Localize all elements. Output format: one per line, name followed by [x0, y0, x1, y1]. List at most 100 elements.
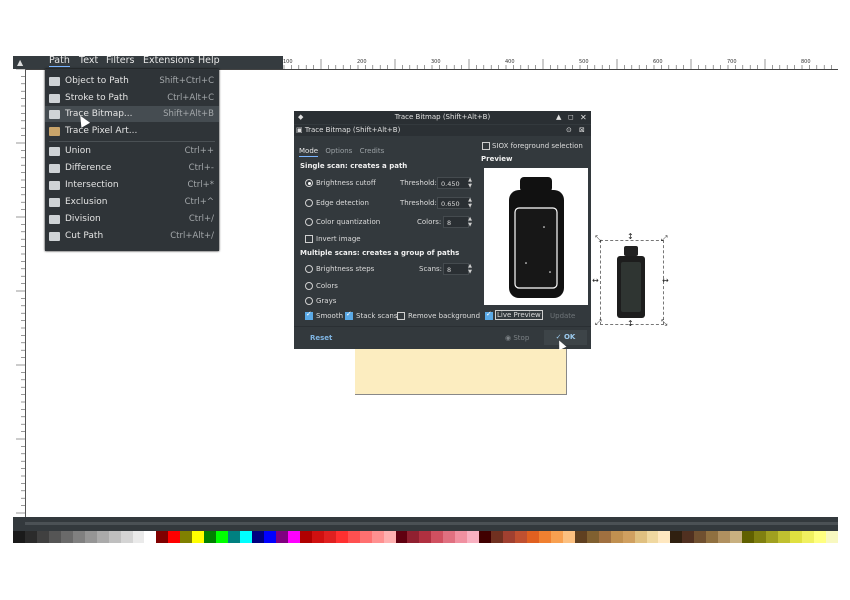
menu-item-object-to-path[interactable]: Object to Path Shift+Ctrl+C — [45, 73, 219, 89]
invert-image-checkbox[interactable] — [305, 235, 313, 243]
palette-swatch[interactable] — [538, 531, 551, 543]
palette-swatch[interactable] — [455, 531, 468, 543]
scale-handle-icon[interactable]: ↔ — [662, 276, 669, 285]
palette-swatch[interactable] — [658, 531, 671, 543]
palette-swatch[interactable] — [371, 531, 384, 543]
palette-swatch[interactable] — [84, 531, 97, 543]
palette-swatch[interactable] — [264, 531, 276, 543]
palette-swatch[interactable] — [13, 531, 25, 543]
smooth-checkbox[interactable] — [305, 310, 313, 320]
brightness-cutoff-radio[interactable] — [305, 179, 313, 187]
menu-item-exclusion[interactable]: Exclusion Ctrl+^ — [45, 194, 219, 210]
tab-credits[interactable]: Credits — [360, 147, 385, 155]
tab-options[interactable]: Options — [325, 147, 352, 155]
palette-swatch[interactable] — [311, 531, 324, 543]
menu-path[interactable]: Path — [49, 55, 70, 67]
palette-swatch[interactable] — [718, 531, 731, 543]
menu-item-stroke-to-path[interactable]: Stroke to Path Ctrl+Alt+C — [45, 90, 219, 106]
palette-swatch[interactable] — [598, 531, 611, 543]
palette-swatch[interactable] — [550, 531, 563, 543]
maximize-icon[interactable]: ◻ — [568, 111, 574, 124]
live-preview-checkbox[interactable] — [485, 310, 493, 320]
menu-item-trace-bitmap[interactable]: Trace Bitmap... Shift+Alt+B — [45, 106, 219, 122]
palette-swatch[interactable] — [515, 531, 527, 543]
palette-swatch[interactable] — [204, 531, 217, 543]
palette-swatch[interactable] — [526, 531, 539, 543]
palette-swatch[interactable] — [96, 531, 109, 543]
stack-scans-checkbox[interactable] — [345, 310, 353, 320]
siox-checkbox[interactable] — [482, 142, 490, 150]
palette-swatch[interactable] — [144, 531, 157, 543]
palette-swatch[interactable] — [503, 531, 516, 543]
palette-swatch[interactable] — [168, 531, 181, 543]
menu-help[interactable]: Help — [198, 55, 220, 66]
panel-close-icon[interactable]: ⊠ — [579, 125, 585, 136]
palette-swatch[interactable] — [335, 531, 348, 543]
palette-swatch[interactable] — [622, 531, 635, 543]
palette-swatch[interactable] — [323, 531, 336, 543]
tab-mode[interactable]: Mode — [299, 147, 319, 157]
color-palette[interactable] — [13, 531, 838, 543]
scale-handle-icon[interactable]: ↔ — [592, 276, 599, 285]
scale-handle-icon[interactable]: ⤡ — [661, 318, 667, 328]
palette-swatch[interactable] — [240, 531, 253, 543]
menu-item-difference[interactable]: Difference Ctrl+- — [45, 160, 219, 176]
palette-swatch[interactable] — [36, 531, 49, 543]
palette-swatch[interactable] — [610, 531, 623, 543]
palette-swatch[interactable] — [479, 531, 492, 543]
palette-swatch[interactable] — [120, 531, 133, 543]
palette-swatch[interactable] — [801, 531, 814, 543]
palette-swatch[interactable] — [562, 531, 575, 543]
palette-swatch[interactable] — [359, 531, 372, 543]
palette-swatch[interactable] — [347, 531, 360, 543]
menu-extensions[interactable]: Extensions — [143, 55, 195, 66]
edge-detection-radio[interactable] — [305, 199, 313, 207]
palette-swatch[interactable] — [252, 531, 265, 543]
menu-item-cut-path[interactable]: Cut Path Ctrl+Alt+/ — [45, 228, 219, 244]
reset-button[interactable]: Reset — [310, 334, 332, 342]
canvas-rectangle[interactable] — [355, 349, 567, 395]
palette-swatch[interactable] — [443, 531, 456, 543]
remove-background-checkbox[interactable] — [397, 312, 405, 320]
colors-radio[interactable] — [305, 282, 313, 290]
horizontal-scrollbar[interactable] — [25, 522, 838, 525]
scale-handle-icon[interactable]: ⤢ — [661, 234, 667, 244]
menu-item-intersection[interactable]: Intersection Ctrl+* — [45, 177, 219, 193]
menu-item-trace-pixel-art[interactable]: Trace Pixel Art... — [45, 123, 219, 139]
lock-icon[interactable]: ▲ — [17, 58, 23, 67]
scale-handle-icon[interactable]: ↕ — [627, 232, 634, 241]
color-quantization-radio[interactable] — [305, 218, 313, 226]
spin-arrows-icon[interactable]: ▲ ▼ — [466, 263, 474, 275]
palette-swatch[interactable] — [299, 531, 312, 543]
ok-button[interactable]: ✓ OK — [544, 330, 587, 345]
palette-swatch[interactable] — [634, 531, 647, 543]
menu-item-union[interactable]: Union Ctrl++ — [45, 143, 219, 159]
live-preview-label[interactable]: Live Preview — [495, 310, 543, 320]
palette-swatch[interactable] — [287, 531, 300, 543]
palette-swatch[interactable] — [180, 531, 193, 543]
spin-arrows-icon[interactable]: ▲ ▼ — [466, 177, 474, 189]
palette-swatch[interactable] — [431, 531, 444, 543]
palette-swatch[interactable] — [742, 531, 755, 543]
update-button[interactable]: Update — [550, 312, 575, 320]
panel-undock-icon[interactable]: ⊙ — [566, 125, 572, 136]
palette-swatch[interactable] — [813, 531, 826, 543]
palette-swatch[interactable] — [766, 531, 778, 543]
palette-swatch[interactable] — [706, 531, 719, 543]
close-icon[interactable]: ✕ — [580, 111, 587, 124]
menu-item-division[interactable]: Division Ctrl+/ — [45, 211, 219, 227]
stop-button[interactable]: ◉ Stop — [505, 334, 529, 342]
palette-swatch[interactable] — [778, 531, 790, 543]
palette-swatch[interactable] — [574, 531, 587, 543]
palette-swatch[interactable] — [48, 531, 61, 543]
spin-arrows-icon[interactable]: ▲ ▼ — [466, 197, 474, 209]
palette-swatch[interactable] — [694, 531, 707, 543]
scale-handle-icon[interactable]: ↕ — [627, 319, 634, 328]
palette-swatch[interactable] — [24, 531, 37, 543]
palette-swatch[interactable] — [216, 531, 229, 543]
palette-swatch[interactable] — [825, 531, 838, 543]
palette-swatch[interactable] — [132, 531, 145, 543]
palette-swatch[interactable] — [730, 531, 743, 543]
palette-swatch[interactable] — [754, 531, 767, 543]
minimize-icon[interactable]: ▲ — [556, 111, 561, 124]
